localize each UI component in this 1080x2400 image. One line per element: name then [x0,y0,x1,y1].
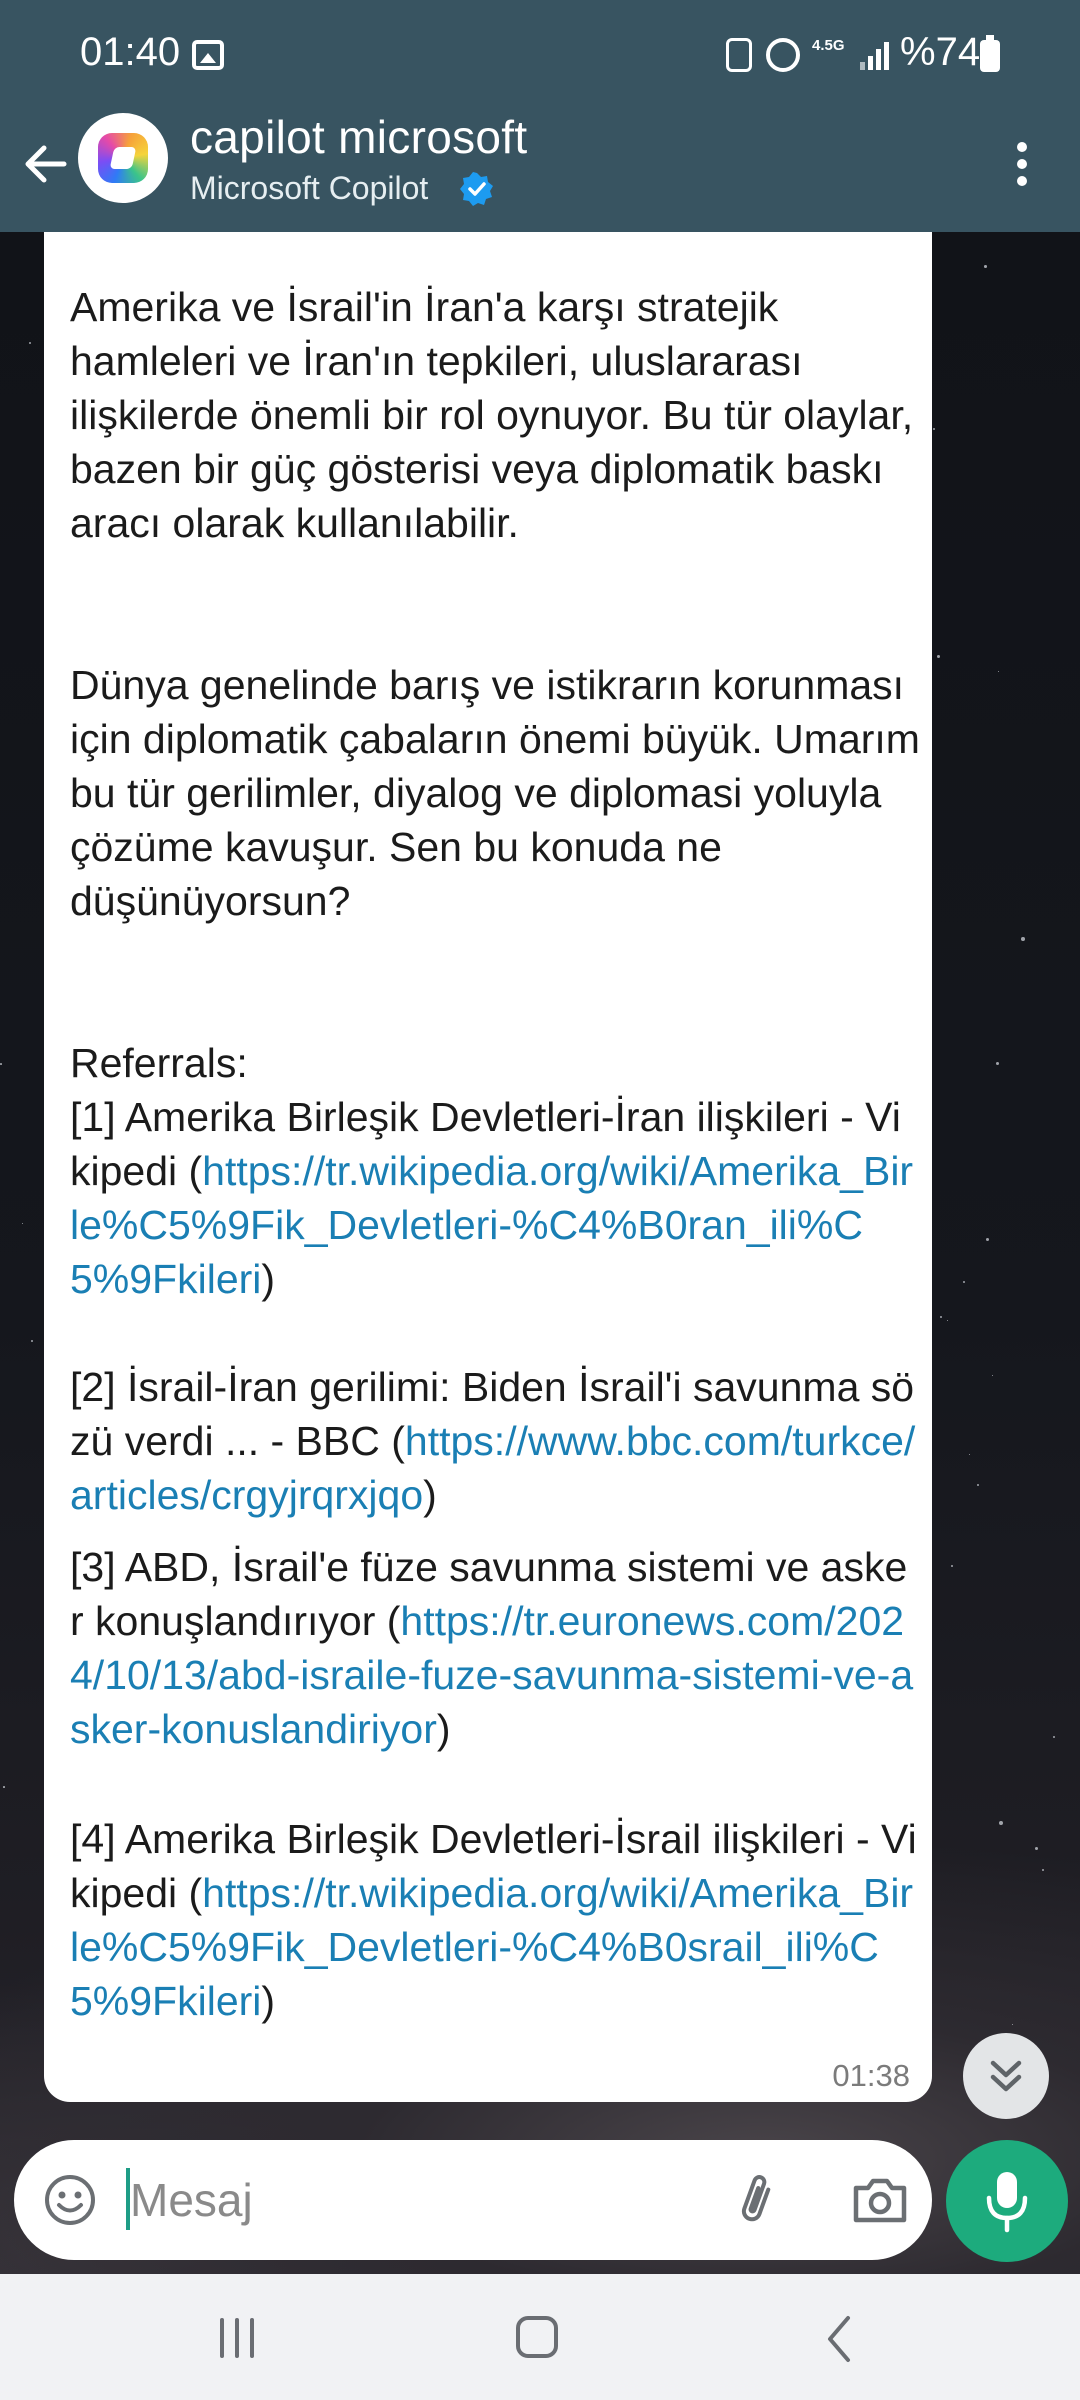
reference-item: [3] ABD, İsrail'e füze savunma sistemi v… [70,1544,914,1752]
battery-percent: %74 [900,30,981,74]
star-dot [937,655,940,658]
star-dot [1042,1869,1045,1872]
back-arrow-icon[interactable] [18,136,74,192]
star-dot [1012,2024,1014,2026]
referrals-heading: Referrals: [70,1040,248,1086]
gallery-notification-icon [192,40,224,70]
star-dot [1053,1736,1056,1739]
star-dot [998,671,1000,673]
star-dot [977,1484,980,1487]
battery-icon [980,35,1000,72]
chat-subtitle: Microsoft Copilot [190,170,429,206]
message-timestamp: 01:38 [832,2058,910,2093]
message-bubble: Amerika ve İsrail'in İran'a karşı strate… [44,232,932,2102]
camera-icon[interactable] [850,2172,910,2228]
star-dot [1035,1847,1038,1850]
status-bar: 01:40 4.5G %74 [0,0,1080,110]
system-nav-bar [0,2274,1080,2400]
star-dot [933,428,936,431]
paperclip-icon[interactable] [728,2170,784,2230]
battery-saver-icon [726,38,752,72]
status-time: 01:40 [80,30,181,74]
voice-message-button[interactable] [946,2140,1068,2262]
star-dot [31,1340,33,1342]
star-dot [3,1786,5,1788]
reference-item: [1] Amerika Birleşik Devletleri-İran ili… [70,1094,914,1302]
star-dot [969,1454,971,1456]
home-icon[interactable] [516,2316,558,2358]
star-dot [951,1565,954,1568]
avatar[interactable] [78,113,168,203]
verified-badge-icon [460,172,493,206]
more-options-icon[interactable] [1010,136,1036,192]
copilot-logo-icon [98,133,148,183]
star-dot [1021,937,1025,941]
reference-item: [2] İsrail-İran gerilimi: Biden İsrail'i… [70,1364,916,1518]
recent-apps-icon[interactable] [212,2318,262,2358]
star-dot [999,1821,1003,1825]
star-dot [29,342,31,344]
star-dot [986,1238,990,1242]
microphone-icon [986,2172,1028,2233]
star-dot [996,1062,1000,1066]
message-paragraph: Amerika ve İsrail'in İran'a karşı strate… [70,284,925,546]
alarm-icon [766,38,800,72]
star-dot [940,1316,943,1319]
star-dot [22,1223,24,1225]
message-paragraph: Dünya genelinde barış ve istikrarın koru… [70,662,932,924]
nav-back-icon[interactable] [820,2314,860,2364]
chat-title[interactable]: capilot microsoft [190,110,527,164]
reference-item: [4] Amerika Birleşik Devletleri-İsrail i… [70,1816,917,2024]
signal-icon [860,40,890,70]
message-input[interactable] [130,2158,690,2242]
star-dot [992,1375,994,1377]
star-dot [984,265,987,268]
double-chevron-down-icon [990,2060,1022,2092]
chat-header: capilot microsoft Microsoft Copilot [0,110,1080,232]
emoji-icon[interactable] [42,2172,98,2228]
star-dot [947,1320,949,1322]
network-type: 4.5G [812,37,845,54]
message-composer [14,2140,932,2260]
star-dot [0,1063,2,1065]
star-dot [963,1281,966,1284]
scroll-to-bottom-button[interactable] [963,2033,1049,2119]
